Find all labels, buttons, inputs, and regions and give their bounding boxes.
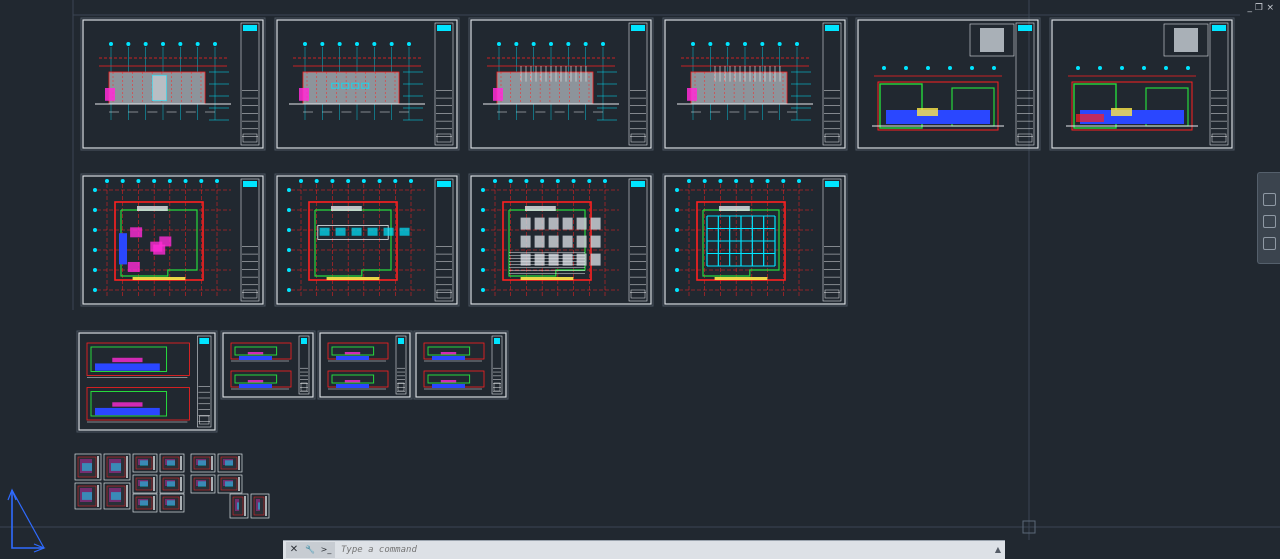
minimize-window-button[interactable]: _ — [1248, 3, 1253, 13]
floor-plan-sheet — [80, 173, 266, 307]
floor-plan-sheet — [274, 173, 460, 307]
side-panel-icon[interactable] — [1257, 172, 1280, 264]
model-space-canvas[interactable] — [0, 0, 1280, 558]
detail-sheet-group — [132, 453, 185, 494]
detail-sheet-group — [190, 453, 243, 494]
floor-plan-sheet — [468, 173, 654, 307]
panel-nub-icon — [1263, 215, 1276, 228]
detail-section-sheet — [76, 330, 218, 433]
wrench-icon[interactable]: 🔧 — [302, 542, 318, 558]
detail-sheet-group — [229, 493, 270, 519]
drawing-sheets — [72, 0, 1240, 519]
ucs-icon — [7, 488, 46, 553]
panel-nub-icon — [1263, 193, 1276, 206]
close-window-button[interactable]: × — [1266, 3, 1274, 13]
floor-plan-sheet — [662, 173, 848, 307]
command-input[interactable] — [339, 542, 983, 558]
command-prompt-icon[interactable]: >_ — [317, 542, 335, 558]
detail-sheet-group — [132, 493, 185, 513]
restore-window-button[interactable]: ❐ — [1255, 3, 1263, 13]
detail-sheet-group — [74, 453, 131, 510]
close-icon[interactable]: ✕ — [286, 542, 302, 558]
panel-nub-icon — [1263, 237, 1276, 250]
command-line: ✕ 🔧 >_ ▲ — [283, 540, 1005, 559]
command-history-button[interactable]: ▲ — [995, 542, 1001, 558]
